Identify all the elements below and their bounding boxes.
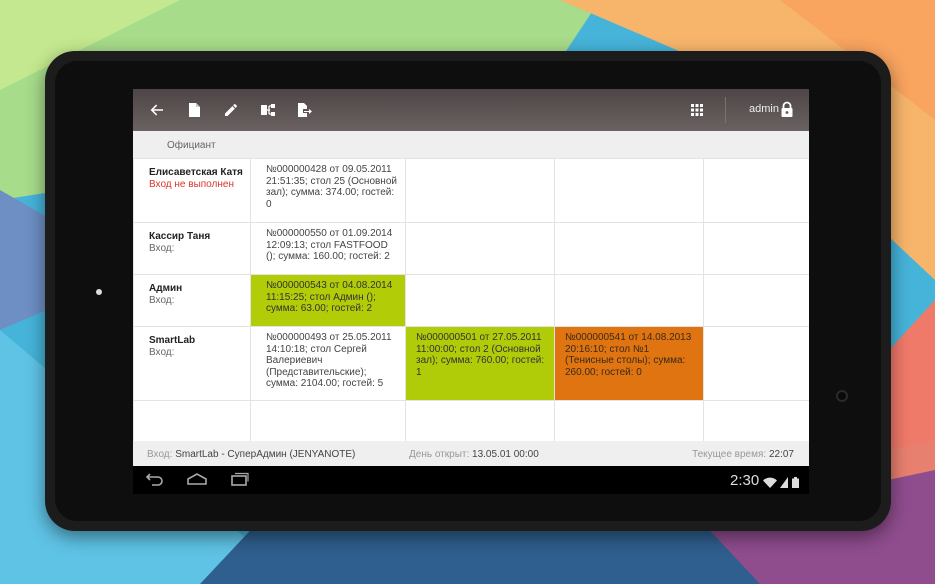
order-card[interactable]: №000000541 от 14.08.2013 20:16:10; стол … bbox=[554, 326, 704, 401]
table-row: SmartLab Вход: №000000493 от 25.05.2011 … bbox=[133, 326, 809, 401]
app-screen: admin Официант Елисаветская Катя Вход не… bbox=[133, 89, 809, 494]
day-open-info: День открыт: 13.05.01 00:00 bbox=[409, 449, 539, 460]
column-header: Официант bbox=[133, 131, 809, 158]
table-row: Админ Вход: №000000543 от 04.08.2014 11:… bbox=[133, 274, 809, 327]
waiter-name: Кассир Таня bbox=[149, 231, 211, 242]
waiter-cell[interactable]: Кассир Таня Вход: bbox=[133, 222, 251, 275]
empty-cell bbox=[554, 400, 704, 442]
empty-cell bbox=[554, 274, 704, 327]
battery-icon bbox=[792, 475, 799, 493]
back-arrow-icon[interactable] bbox=[149, 102, 165, 118]
empty-cell bbox=[703, 326, 809, 401]
empty-cell bbox=[703, 158, 809, 223]
waiter-status: Вход: bbox=[149, 346, 175, 358]
waiter-name: Админ bbox=[149, 283, 183, 294]
login-info: Вход: SmartLab - СуперАдмин (JENYANOTE) bbox=[147, 449, 355, 460]
waiter-status: Вход: bbox=[149, 242, 175, 254]
tablet-camera bbox=[836, 390, 848, 402]
system-clock: 2:30 bbox=[730, 472, 760, 489]
export-icon[interactable] bbox=[296, 102, 312, 118]
waiter-status: Вход: bbox=[149, 294, 175, 306]
app-toolbar: admin bbox=[133, 89, 809, 131]
transfer-icon[interactable] bbox=[260, 102, 276, 118]
empty-cell bbox=[250, 400, 406, 442]
empty-cell bbox=[703, 222, 809, 275]
toolbar-divider bbox=[725, 97, 726, 123]
day-open-label: День открыт: bbox=[409, 449, 470, 460]
login-value: SmartLab - СуперАдмин (JENYANOTE) bbox=[175, 449, 356, 460]
waiter-status: Вход не выполнен bbox=[149, 178, 234, 190]
back-nav-icon[interactable] bbox=[144, 472, 164, 491]
new-document-icon[interactable] bbox=[186, 102, 202, 118]
edit-pencil-icon[interactable] bbox=[223, 102, 239, 118]
current-user-label[interactable]: admin bbox=[749, 103, 779, 115]
app-statusbar: Вход: SmartLab - СуперАдмин (JENYANOTE) … bbox=[133, 441, 809, 466]
empty-cell bbox=[405, 400, 555, 442]
login-label: Вход: bbox=[147, 449, 173, 460]
home-nav-icon[interactable] bbox=[186, 472, 208, 491]
empty-cell bbox=[405, 158, 555, 223]
android-navbar: 2:30 bbox=[133, 466, 809, 494]
orders-grid: Елисаветская Катя Вход не выполнен №0000… bbox=[133, 158, 809, 442]
order-card[interactable]: №000000428 от 09.05.2011 21:51:35; стол … bbox=[250, 158, 406, 223]
waiter-cell[interactable]: Елисаветская Катя Вход не выполнен bbox=[133, 158, 251, 223]
grid-apps-icon[interactable] bbox=[689, 102, 705, 118]
order-card[interactable]: №000000501 от 27.05.2011 11:00:00; стол … bbox=[405, 326, 555, 401]
empty-cell bbox=[703, 400, 809, 442]
empty-cell bbox=[554, 158, 704, 223]
empty-cell bbox=[554, 222, 704, 275]
waiter-name: Елисаветская Катя bbox=[149, 167, 243, 178]
wifi-icon bbox=[763, 475, 777, 493]
signal-icon bbox=[780, 475, 788, 493]
empty-cell bbox=[703, 274, 809, 327]
empty-cell bbox=[405, 222, 555, 275]
table-row: Елисаветская Катя Вход не выполнен №0000… bbox=[133, 158, 809, 223]
order-card[interactable]: №000000543 от 04.08.2014 11:15:25; стол … bbox=[250, 274, 406, 327]
recents-nav-icon[interactable] bbox=[230, 472, 250, 491]
lock-icon[interactable] bbox=[780, 101, 794, 118]
order-card[interactable]: №000000493 от 25.05.2011 14:10:18; стол … bbox=[250, 326, 406, 401]
waiter-cell[interactable]: Админ Вход: bbox=[133, 274, 251, 327]
day-open-value: 13.05.01 00:00 bbox=[472, 449, 539, 460]
current-time-value: 22:07 bbox=[768, 449, 794, 460]
empty-cell bbox=[405, 274, 555, 327]
waiter-column-label: Официант bbox=[167, 140, 216, 151]
waiter-cell[interactable]: SmartLab Вход: bbox=[133, 326, 251, 401]
table-row: Кассир Таня Вход: №000000550 от 01.09.20… bbox=[133, 222, 809, 275]
current-time-label: Текущее время: bbox=[692, 449, 767, 460]
empty-cell bbox=[133, 400, 251, 442]
table-row bbox=[133, 400, 809, 442]
current-time-info: Текущее время: 22:07 bbox=[692, 449, 794, 460]
tablet-sensor bbox=[96, 289, 102, 295]
waiter-name: SmartLab bbox=[149, 335, 196, 346]
order-card[interactable]: №000000550 от 01.09.2014 12:09:13; стол … bbox=[250, 222, 406, 275]
